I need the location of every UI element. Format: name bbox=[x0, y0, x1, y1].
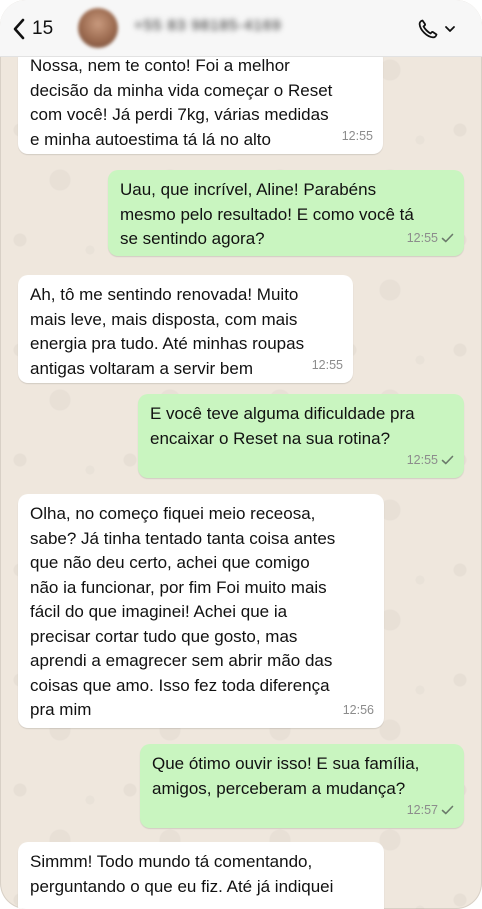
chevron-left-icon bbox=[13, 18, 25, 40]
call-button[interactable] bbox=[416, 14, 456, 44]
message-meta: 12:56 bbox=[343, 698, 374, 723]
check-icon bbox=[441, 805, 454, 815]
unread-count: 15 bbox=[32, 18, 54, 39]
message-bubble-incoming[interactable]: Simmm! Todo mundo tá comentando, pergunt… bbox=[18, 842, 384, 909]
chevron-down-icon bbox=[445, 26, 455, 32]
message-time: 12:55 bbox=[341, 128, 373, 143]
message-meta: 12:55 bbox=[342, 124, 373, 149]
chat-header: 15 +55 83 98185-4169 bbox=[0, 0, 482, 57]
message-time: 12:55 bbox=[406, 230, 438, 245]
message-bubble-incoming[interactable]: Olha, no começo fiquei meio receosa, sab… bbox=[18, 494, 384, 728]
message-time: 12:57 bbox=[406, 802, 438, 817]
message-text: Que ótimo ouvir isso! E sua família, ami… bbox=[152, 754, 420, 798]
message-bubble-incoming[interactable]: Nossa, nem te conto! Foi a melhor decisã… bbox=[18, 48, 383, 154]
message-meta: 12:57 bbox=[407, 798, 454, 823]
message-meta: 12:55 bbox=[407, 448, 454, 473]
message-text: Ah, tô me sentindo renovada! Muito mais … bbox=[30, 285, 305, 378]
message-meta: 12:55 bbox=[312, 353, 343, 378]
message-text: Uau, que incrível, Aline! Parabéns mesmo… bbox=[120, 180, 414, 248]
message-time: 12:55 bbox=[311, 357, 343, 372]
message-bubble-outgoing[interactable]: E você teve alguma dificuldade pra encai… bbox=[138, 394, 464, 478]
avatar[interactable] bbox=[78, 8, 118, 48]
phone-frame: 15 +55 83 98185-4169 Nossa, nem te conto… bbox=[0, 0, 482, 909]
message-time: 12:55 bbox=[406, 452, 438, 467]
phone-icon bbox=[418, 19, 438, 39]
message-text: Simmm! Todo mundo tá comentando, pergunt… bbox=[30, 852, 334, 896]
check-icon bbox=[441, 233, 454, 243]
message-text: Olha, no começo fiquei meio receosa, sab… bbox=[30, 504, 336, 719]
message-bubble-outgoing[interactable]: Uau, que incrível, Aline! Parabéns mesmo… bbox=[108, 170, 464, 256]
message-bubble-outgoing[interactable]: Que ótimo ouvir isso! E sua família, ami… bbox=[140, 744, 464, 828]
message-list[interactable]: Nossa, nem te conto! Foi a melhor decisã… bbox=[0, 48, 482, 909]
message-time: 12:56 bbox=[342, 702, 374, 717]
message-text: E você teve alguma dificuldade pra encai… bbox=[150, 404, 415, 448]
contact-name[interactable]: +55 83 98185-4169 bbox=[134, 17, 282, 34]
back-button[interactable]: 15 bbox=[12, 15, 53, 43]
message-bubble-incoming[interactable]: Ah, tô me sentindo renovada! Muito mais … bbox=[18, 275, 353, 383]
check-icon bbox=[441, 455, 454, 465]
message-text: Nossa, nem te conto! Foi a melhor decisã… bbox=[30, 56, 333, 149]
message-meta: 12:55 bbox=[407, 226, 454, 251]
